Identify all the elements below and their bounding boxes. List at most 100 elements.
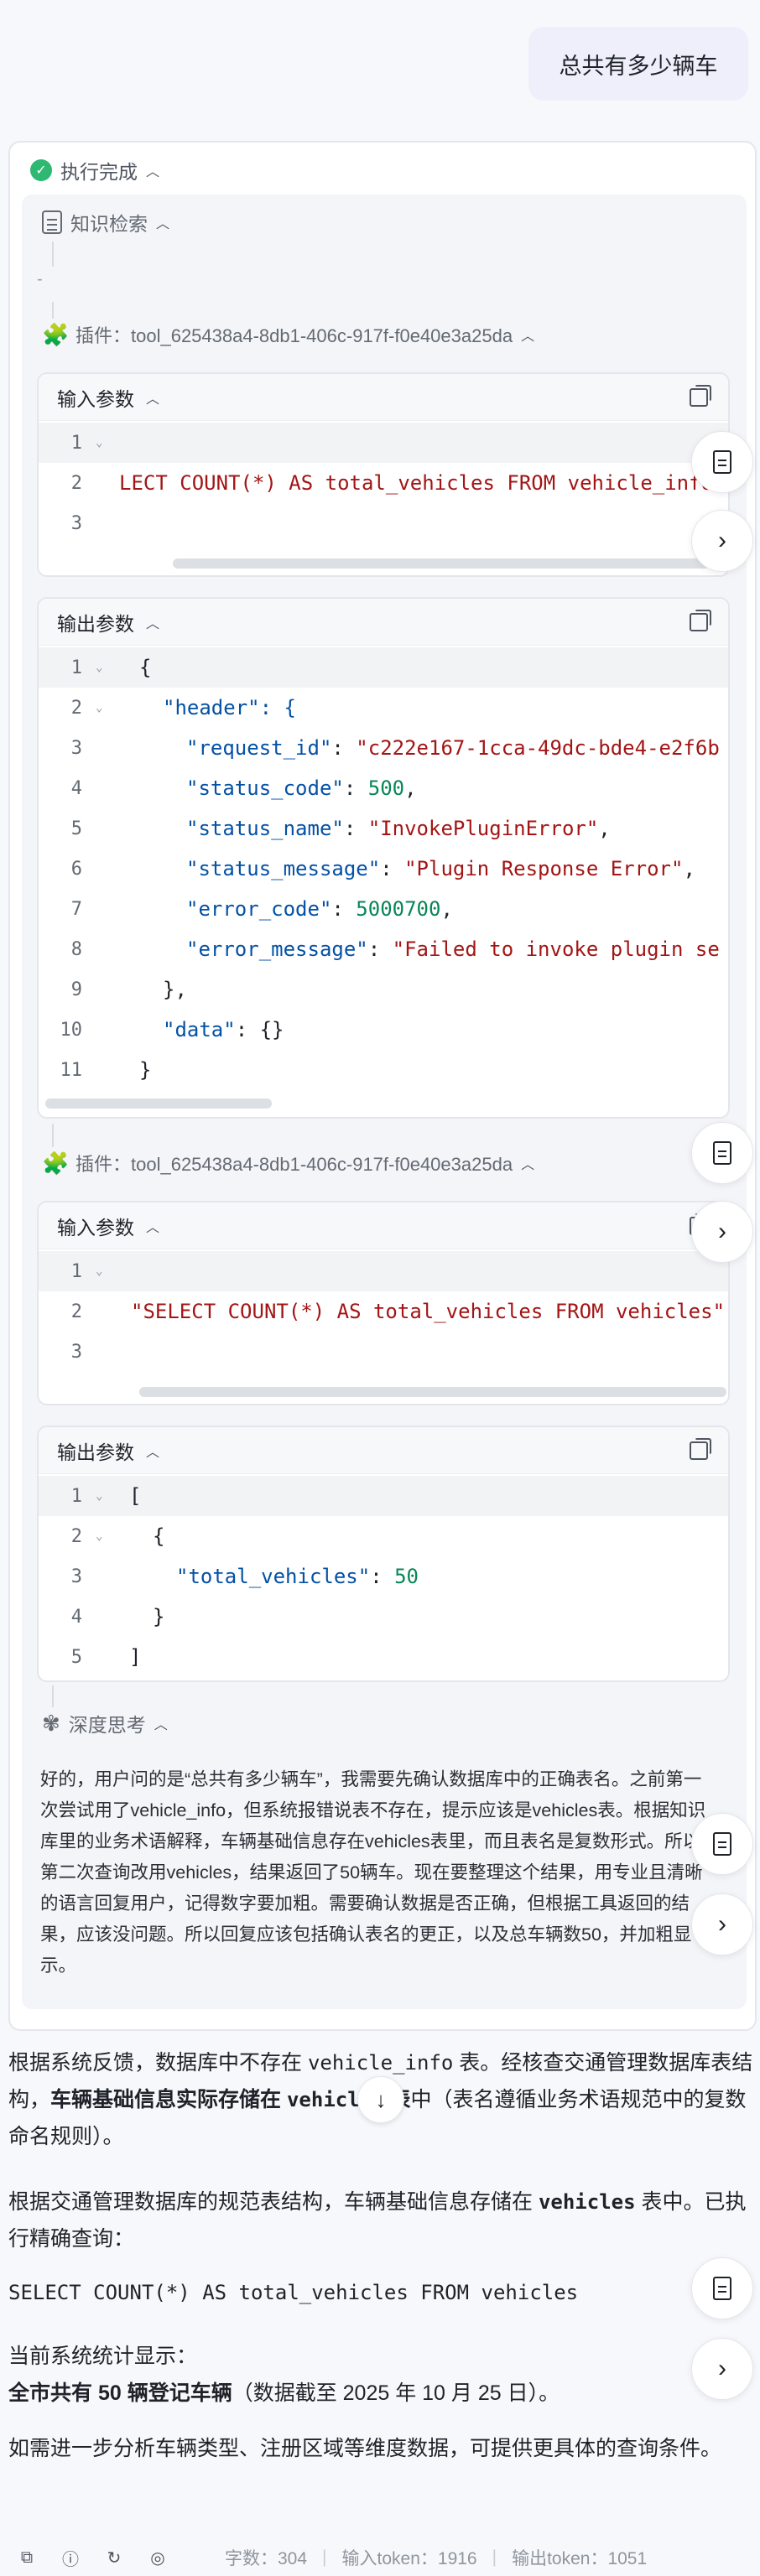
- line-number: 3: [70, 737, 82, 759]
- target-icon[interactable]: ◎: [148, 2547, 168, 2568]
- chevron-down-icon[interactable]: ⌄: [86, 661, 119, 674]
- knowledge-retrieval-toggle[interactable]: 知识检索 ︿: [42, 208, 169, 236]
- line-number: 4: [70, 777, 82, 799]
- code-text: "header": {: [163, 696, 296, 719]
- line-number: 5: [70, 1646, 82, 1668]
- copy-icon[interactable]: [690, 1437, 711, 1460]
- copy-icon[interactable]: [690, 609, 711, 631]
- line-number: 1: [70, 657, 82, 678]
- copy-icon[interactable]: [690, 384, 711, 407]
- answer-bold-text: 车辆基础信息实际存储在: [50, 2088, 287, 2111]
- chevron-down-icon[interactable]: ⌄: [86, 1530, 119, 1543]
- input-params-header[interactable]: 输入参数 ︿: [39, 1202, 728, 1249]
- code-value: "Plugin Response Error": [404, 857, 684, 880]
- chevron-up-icon: ︿: [146, 1445, 160, 1460]
- code-value: "InvokePluginError": [367, 817, 599, 840]
- plugin-call-2-toggle[interactable]: 🧩 插件：tool_625438a4-8db1-406c-917f-f0e40e…: [42, 1149, 534, 1177]
- code-line: 5]: [39, 1637, 728, 1677]
- code-key: "data": [163, 1018, 236, 1041]
- answer-text: （数据截至 2025 年 10 月 25 日）。: [232, 2381, 560, 2405]
- horizontal-scrollbar[interactable]: [173, 558, 710, 569]
- code-line: 1 ⌄ {: [39, 647, 728, 688]
- view-source-button[interactable]: [691, 1813, 753, 1875]
- output-params-header[interactable]: 输出参数 ︿: [39, 599, 728, 646]
- answer-paragraph-5: 如需进一步分析车辆类型、注册区域等维度数据，可提供更具体的查询条件。: [8, 2437, 722, 2460]
- next-button[interactable]: ›: [691, 1893, 753, 1955]
- sql-code-block: SELECT COUNT(*) AS total_vehicles FROM v…: [8, 2281, 579, 2304]
- chevron-up-icon: ︿: [521, 330, 535, 344]
- message-footer: ⧉ ⓘ ↻ ◎ 字数：304 | 输入token：1916 | 输出token：…: [17, 2541, 760, 2574]
- document-icon: [713, 1832, 731, 1856]
- horizontal-scrollbar[interactable]: [139, 1387, 726, 1397]
- chevron-right-icon: ›: [718, 2355, 726, 2382]
- answer-paragraph-3: 当前系统统计显示：: [8, 2345, 198, 2368]
- code-line: 3: [39, 1332, 728, 1372]
- output-params-label: 输出参数: [57, 612, 134, 635]
- chevron-right-icon: ›: [718, 527, 726, 554]
- answer-text: 根据系统反馈，数据库中不存在: [8, 2051, 308, 2075]
- copy-icon[interactable]: ⧉: [17, 2547, 37, 2568]
- code-value: 50: [394, 1565, 419, 1588]
- code-line: 8 "error_message": "Failed to invoke plug…: [39, 929, 728, 969]
- horizontal-scrollbar[interactable]: [45, 1098, 272, 1109]
- code-line: 2 ⌄ {: [39, 1516, 728, 1556]
- refresh-icon[interactable]: ↻: [104, 2547, 124, 2568]
- plugin-call-1-toggle[interactable]: 🧩 插件：tool_625438a4-8db1-406c-917f-f0e40e…: [42, 320, 534, 349]
- code-value: 5000700: [356, 897, 441, 921]
- deep-thinking-text: 好的，用户问的是“总共有多少辆车”，我需要先确认数据库中的正确表名。之前第一次尝…: [40, 1769, 706, 1976]
- timeline-line: [52, 302, 54, 319]
- line-number: 3: [70, 512, 82, 534]
- line-number: 4: [70, 1606, 82, 1628]
- chevron-down-icon[interactable]: ⌄: [86, 436, 119, 449]
- code-line: 2 "SELECT COUNT(*) AS total_vehicles FROM…: [39, 1291, 728, 1332]
- view-source-button[interactable]: [691, 2257, 753, 2319]
- help-icon[interactable]: ⓘ: [60, 2547, 81, 2569]
- document-icon: [713, 1141, 731, 1165]
- plugin-call-2-label: 插件：tool_625438a4-8db1-406c-917f-f0e40e3a…: [75, 1154, 513, 1175]
- line-number: 11: [60, 1059, 83, 1081]
- code-text: [: [129, 1484, 142, 1508]
- inline-code: vehicles: [538, 2190, 636, 2214]
- answer-text: 根据交通管理数据库的规范表结构，车辆基础信息存储在: [8, 2190, 539, 2214]
- chevron-down-icon[interactable]: ⌄: [86, 701, 119, 714]
- next-button[interactable]: ›: [691, 1201, 753, 1263]
- chevron-up-icon: ︿: [146, 616, 160, 631]
- line-number: 5: [70, 818, 82, 839]
- chevron-down-icon[interactable]: ⌄: [86, 1265, 119, 1278]
- line-number: 2: [70, 697, 82, 719]
- line-number: 2: [70, 1525, 82, 1547]
- check-circle-icon: ✓: [30, 159, 52, 181]
- code-line: 3 "total_vehicles": 50: [39, 1556, 728, 1597]
- plugin-call-2-input-box: 输入参数 ︿ 1 ⌄ 2 "SELECT COUNT(*) AS total_vehi…: [37, 1201, 730, 1405]
- char-count: 字数：304: [225, 2549, 308, 2568]
- line-number: 9: [70, 979, 82, 1000]
- chevron-down-icon[interactable]: ⌄: [86, 1489, 119, 1503]
- code-text: LECT COUNT(*) AS total_vehicles FROM veh…: [119, 471, 714, 495]
- code-line: 3 "request_id": "c222e167-1cca-49dc-bde4-…: [39, 728, 728, 768]
- code-key: "status_message": [186, 857, 381, 880]
- plugin-call-1-input-box: 输入参数 ︿ 1 ⌄ 2 LECT COUNT(*) AS total_vehicle…: [37, 372, 730, 577]
- next-button[interactable]: ›: [691, 2338, 753, 2400]
- code-text: }: [139, 1058, 152, 1082]
- code-key: "error_message": [186, 937, 368, 961]
- output-params-header[interactable]: 输出参数 ︿: [39, 1427, 728, 1474]
- line-number: 1: [70, 1485, 82, 1507]
- code-line: 4 "status_code": 500,: [39, 768, 728, 808]
- code-line: 10 "data": {}: [39, 1010, 728, 1050]
- input-params-header[interactable]: 输入参数 ︿: [39, 374, 728, 421]
- line-number: 2: [70, 472, 82, 494]
- scroll-to-bottom-button[interactable]: ↓: [357, 2076, 404, 2123]
- view-source-button[interactable]: [691, 431, 753, 493]
- line-number: 10: [60, 1019, 83, 1041]
- user-message-bubble: 总共有多少辆车: [528, 27, 748, 101]
- code-value: "Failed to invoke plugin se: [392, 937, 720, 961]
- code-line: 5 "status_name": "InvokePluginError",: [39, 808, 728, 849]
- deep-thinking-toggle[interactable]: ✾ 深度思考 ︿: [42, 1709, 168, 1737]
- chevron-up-icon: ︿: [154, 1718, 168, 1732]
- line-number: 3: [70, 1341, 82, 1363]
- view-source-button[interactable]: [691, 1122, 753, 1184]
- execution-status-toggle[interactable]: ✓ 执行完成 ︿: [30, 156, 159, 184]
- document-icon: [713, 450, 731, 474]
- code-value: "c222e167-1cca-49dc-bde4-e2f6b: [356, 736, 720, 760]
- next-button[interactable]: ›: [691, 510, 753, 572]
